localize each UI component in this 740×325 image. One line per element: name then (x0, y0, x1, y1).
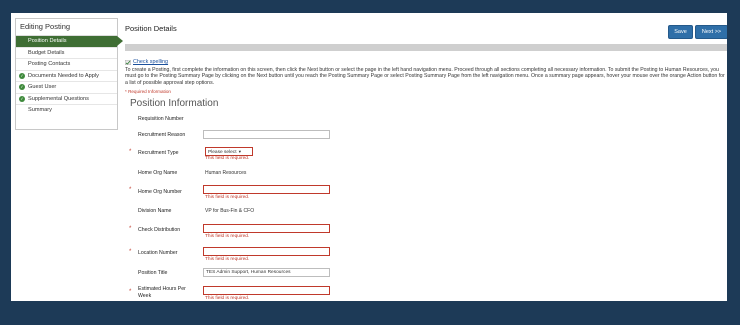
check-distribution-input[interactable] (203, 224, 330, 233)
estimated-hours-input[interactable] (203, 286, 330, 295)
recruitment-reason-input[interactable] (203, 130, 330, 139)
check-icon: ✓ (19, 95, 25, 102)
check-icon: ✓ (19, 72, 25, 79)
recruitment-type-error: This field is required. (205, 156, 250, 161)
home-org-number-input[interactable] (203, 185, 330, 194)
sidebar-item-label: Position Details (28, 38, 67, 44)
required-asterisk: * (129, 187, 132, 193)
app-frame: Editing Posting Position Details Budget … (11, 13, 727, 301)
recruitment-type-select[interactable]: Please select ▼ (205, 147, 253, 156)
next-button[interactable]: Next >> (695, 25, 727, 39)
estimated-hours-error: This field is required. (205, 296, 250, 301)
home-org-name-label: Home Org Name (138, 170, 178, 176)
requisition-number-label: Requisition Number (138, 116, 184, 122)
sidebar-item-label: Posting Contacts (28, 61, 71, 67)
chevron-down-icon: ▼ (237, 149, 242, 154)
check-distribution-error: This field is required. (205, 234, 250, 239)
sidebar-item-budget-details[interactable]: Budget Details (16, 48, 117, 59)
home-org-number-error: This field is required. (205, 195, 250, 200)
estimated-hours-label: Estimated Hours Per Week (138, 286, 186, 299)
required-asterisk: * (129, 149, 132, 155)
sidebar-item-supplemental-questions[interactable]: ✓ Supplemental Questions (16, 94, 117, 105)
sidebar-item-label: Documents Needed to Apply (28, 72, 99, 79)
sidebar-item-label: Budget Details (28, 49, 65, 56)
check-distribution-label: Check Distribution (138, 227, 181, 233)
sidebar-nav: Editing Posting Position Details Budget … (15, 18, 123, 130)
recruitment-reason-label: Recruitment Reason (138, 132, 186, 138)
sidebar-item-label: Supplemental Questions (28, 95, 89, 102)
section-title: Position Information (130, 98, 219, 109)
home-org-number-label: Home Org Number (138, 189, 182, 195)
location-number-input[interactable] (203, 247, 330, 256)
recruitment-type-value: Please select (208, 150, 237, 155)
sidebar-item-guest-user[interactable]: ✓ Guest User (16, 82, 117, 94)
page-title: Position Details (125, 24, 177, 33)
progress-bar (125, 44, 727, 51)
required-asterisk: * (129, 226, 132, 232)
required-note: * Required Information (125, 89, 171, 94)
sidebar-item-position-details[interactable]: Position Details (16, 36, 123, 48)
save-button[interactable]: Save (668, 25, 693, 39)
sidebar-item-label: Summary (28, 107, 52, 113)
sidebar-item-label: Guest User (28, 84, 57, 90)
location-number-label: Location Number (138, 250, 178, 256)
recruitment-type-label: Recruitment Type (138, 150, 179, 156)
sidebar-item-summary[interactable]: Summary (16, 105, 117, 116)
position-title-input[interactable]: TES Admin Support, Human Resources (203, 268, 330, 277)
spellcheck-icon (125, 60, 131, 65)
position-title-label: Position Title (138, 270, 168, 276)
sidebar-item-posting-contacts[interactable]: Posting Contacts (16, 59, 117, 71)
required-asterisk: * (129, 289, 132, 295)
required-asterisk: * (129, 249, 132, 255)
location-number-error: This field is required. (205, 257, 250, 262)
sidebar-title: Editing Posting (16, 19, 117, 36)
instructions-text: To create a Posting, first complete the … (125, 67, 725, 86)
sidebar-item-documents-needed[interactable]: ✓ Documents Needed to Apply (16, 71, 117, 82)
division-name-label: Division Name (138, 208, 172, 214)
home-org-name-value: Human Resources (205, 170, 247, 176)
check-spelling-link[interactable]: Check spelling (133, 59, 168, 65)
check-icon: ✓ (19, 84, 25, 90)
division-name-value: VP for Bus-Fin & CFO (205, 208, 255, 214)
